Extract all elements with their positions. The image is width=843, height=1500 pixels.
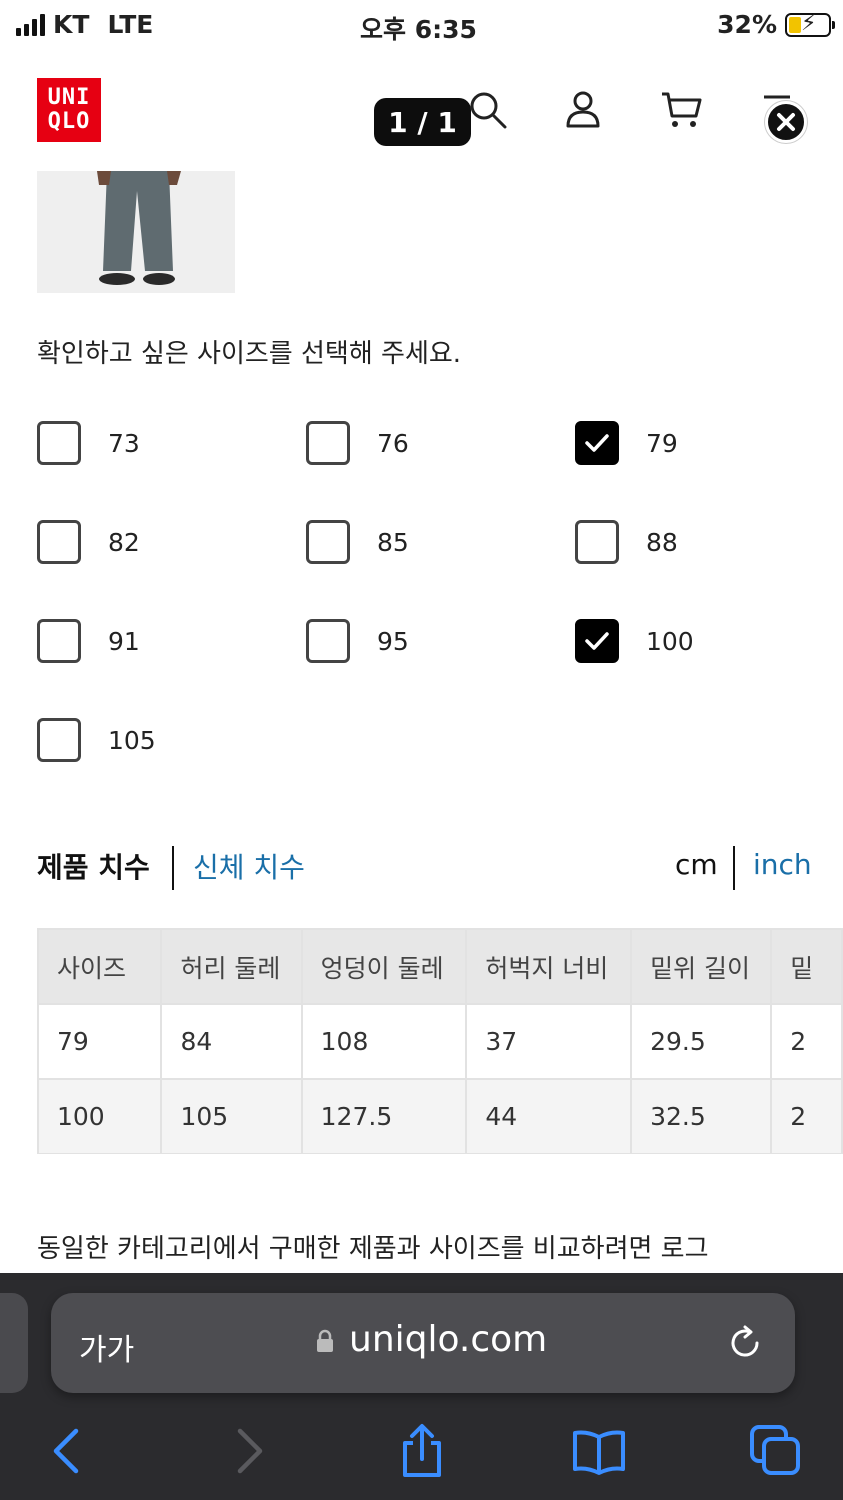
size-label: 73 bbox=[108, 428, 140, 458]
table-header-cell: 엉덩이 둘레 bbox=[300, 928, 468, 1005]
size-option-100[interactable]: 100 bbox=[575, 619, 694, 663]
table-header-cell: 사이즈 bbox=[37, 928, 163, 1005]
size-checkbox[interactable] bbox=[575, 421, 619, 465]
status-left: KT LTE bbox=[16, 10, 153, 39]
size-table: 사이즈 허리 둘레 엉덩이 둘레 허벅지 너비 밑위 길이 밑 79 84 10… bbox=[37, 928, 843, 1154]
previous-tab-peek[interactable] bbox=[0, 1293, 28, 1393]
share-icon[interactable] bbox=[394, 1423, 450, 1479]
size-option-91[interactable]: 91 bbox=[37, 619, 140, 663]
size-label: 79 bbox=[646, 428, 678, 458]
size-checkbox[interactable] bbox=[37, 520, 81, 564]
logo-line-1: UNI bbox=[47, 85, 91, 110]
size-checkbox[interactable] bbox=[37, 718, 81, 762]
login-compare-note: 동일한 카테고리에서 구매한 제품과 사이즈를 비교하려면 로그 bbox=[37, 1234, 709, 1264]
table-header-cell: 밑 bbox=[770, 928, 843, 1005]
table-header-cell: 허리 둘레 bbox=[160, 928, 303, 1005]
size-label: 85 bbox=[377, 527, 409, 557]
size-checkbox[interactable] bbox=[37, 619, 81, 663]
tabs-icon[interactable] bbox=[748, 1423, 804, 1479]
unit-inch-toggle[interactable]: inch bbox=[753, 848, 812, 881]
image-pager-badge: 1 / 1 bbox=[374, 98, 471, 146]
size-option-79[interactable]: 79 bbox=[575, 421, 678, 465]
logo-line-2: QLO bbox=[47, 109, 91, 134]
size-label: 88 bbox=[646, 527, 678, 557]
table-cell: 127.5 bbox=[300, 1078, 468, 1154]
table-header-cell: 밑위 길이 bbox=[630, 928, 773, 1005]
table-cell: 105 bbox=[160, 1078, 303, 1154]
size-label: 105 bbox=[108, 725, 156, 755]
table-cell: 100 bbox=[37, 1078, 163, 1154]
pants-illustration bbox=[37, 171, 235, 293]
status-bar: KT LTE 오후 6:35 32% ⚡ bbox=[0, 0, 843, 50]
account-icon[interactable] bbox=[561, 88, 605, 132]
tab-divider bbox=[172, 846, 174, 890]
checkmark-icon bbox=[585, 632, 609, 650]
size-option-82[interactable]: 82 bbox=[37, 520, 140, 564]
table-cell: 2 bbox=[770, 1078, 843, 1154]
size-tabs: 제품 치수 신체 치수 cm inch bbox=[37, 842, 812, 892]
table-cell: 44 bbox=[465, 1078, 633, 1154]
status-time: 오후 6:35 bbox=[360, 15, 477, 44]
lock-icon bbox=[317, 1329, 333, 1352]
table-cell: 2 bbox=[770, 1003, 843, 1080]
table-cell: 79 bbox=[37, 1003, 163, 1080]
status-right: 32% ⚡ bbox=[717, 10, 835, 39]
close-icon[interactable] bbox=[765, 101, 807, 143]
size-label: 82 bbox=[108, 527, 140, 557]
table-header-row: 사이즈 허리 둘레 엉덩이 둘레 허벅지 너비 밑위 길이 밑 bbox=[37, 928, 843, 1005]
size-checkbox[interactable] bbox=[37, 421, 81, 465]
size-select-prompt: 확인하고 싶은 사이즈를 선택해 주세요. bbox=[37, 339, 462, 369]
size-option-76[interactable]: 76 bbox=[306, 421, 409, 465]
tab-body-size[interactable]: 신체 치수 bbox=[193, 846, 305, 886]
safari-toolbar: 가가 uniqlo.com bbox=[0, 1273, 843, 1500]
size-option-105[interactable]: 105 bbox=[37, 718, 156, 762]
table-row: 100 105 127.5 44 32.5 2 bbox=[37, 1078, 843, 1154]
size-option-73[interactable]: 73 bbox=[37, 421, 140, 465]
cart-icon[interactable] bbox=[660, 88, 704, 132]
size-table-scroll[interactable]: 사이즈 허리 둘레 엉덩이 둘레 허벅지 너비 밑위 길이 밑 79 84 10… bbox=[37, 928, 843, 1154]
size-label: 95 bbox=[377, 626, 409, 656]
size-option-85[interactable]: 85 bbox=[306, 520, 409, 564]
table-cell: 37 bbox=[465, 1003, 633, 1080]
battery-percent: 32% bbox=[717, 10, 777, 39]
size-checkbox[interactable] bbox=[306, 421, 350, 465]
size-label: 100 bbox=[646, 626, 694, 656]
table-row: 79 84 108 37 29.5 2 bbox=[37, 1003, 843, 1080]
unit-divider bbox=[733, 846, 735, 890]
carrier-label: KT bbox=[53, 10, 90, 39]
size-option-88[interactable]: 88 bbox=[575, 520, 678, 564]
size-checkbox[interactable] bbox=[306, 520, 350, 564]
address-bar[interactable]: 가가 uniqlo.com bbox=[51, 1293, 795, 1393]
checkmark-icon bbox=[585, 434, 609, 452]
table-cell: 108 bbox=[300, 1003, 468, 1080]
network-label: LTE bbox=[107, 10, 154, 39]
text-size-button[interactable]: 가가 bbox=[79, 1325, 134, 1369]
battery-icon: ⚡ bbox=[785, 11, 835, 37]
table-cell: 32.5 bbox=[630, 1078, 773, 1154]
unit-cm-toggle[interactable]: cm bbox=[675, 848, 718, 881]
size-label: 76 bbox=[377, 428, 409, 458]
size-checkbox[interactable] bbox=[575, 619, 619, 663]
size-label: 91 bbox=[108, 626, 140, 656]
bookmarks-icon[interactable] bbox=[571, 1423, 627, 1479]
size-checkbox[interactable] bbox=[306, 619, 350, 663]
uniqlo-logo[interactable]: UNI QLO bbox=[37, 78, 101, 142]
url-domain: uniqlo.com bbox=[349, 1319, 548, 1360]
table-header-cell: 허벅지 너비 bbox=[465, 928, 633, 1005]
forward-icon[interactable] bbox=[220, 1423, 276, 1479]
tab-product-size[interactable]: 제품 치수 bbox=[37, 846, 150, 886]
reload-icon[interactable] bbox=[725, 1323, 765, 1363]
table-cell: 29.5 bbox=[630, 1003, 773, 1080]
search-icon[interactable] bbox=[466, 88, 510, 132]
signal-icon bbox=[16, 13, 45, 36]
product-image bbox=[37, 171, 235, 293]
size-checkbox[interactable] bbox=[575, 520, 619, 564]
size-option-95[interactable]: 95 bbox=[306, 619, 409, 663]
back-icon[interactable] bbox=[40, 1423, 96, 1479]
table-cell: 84 bbox=[160, 1003, 303, 1080]
